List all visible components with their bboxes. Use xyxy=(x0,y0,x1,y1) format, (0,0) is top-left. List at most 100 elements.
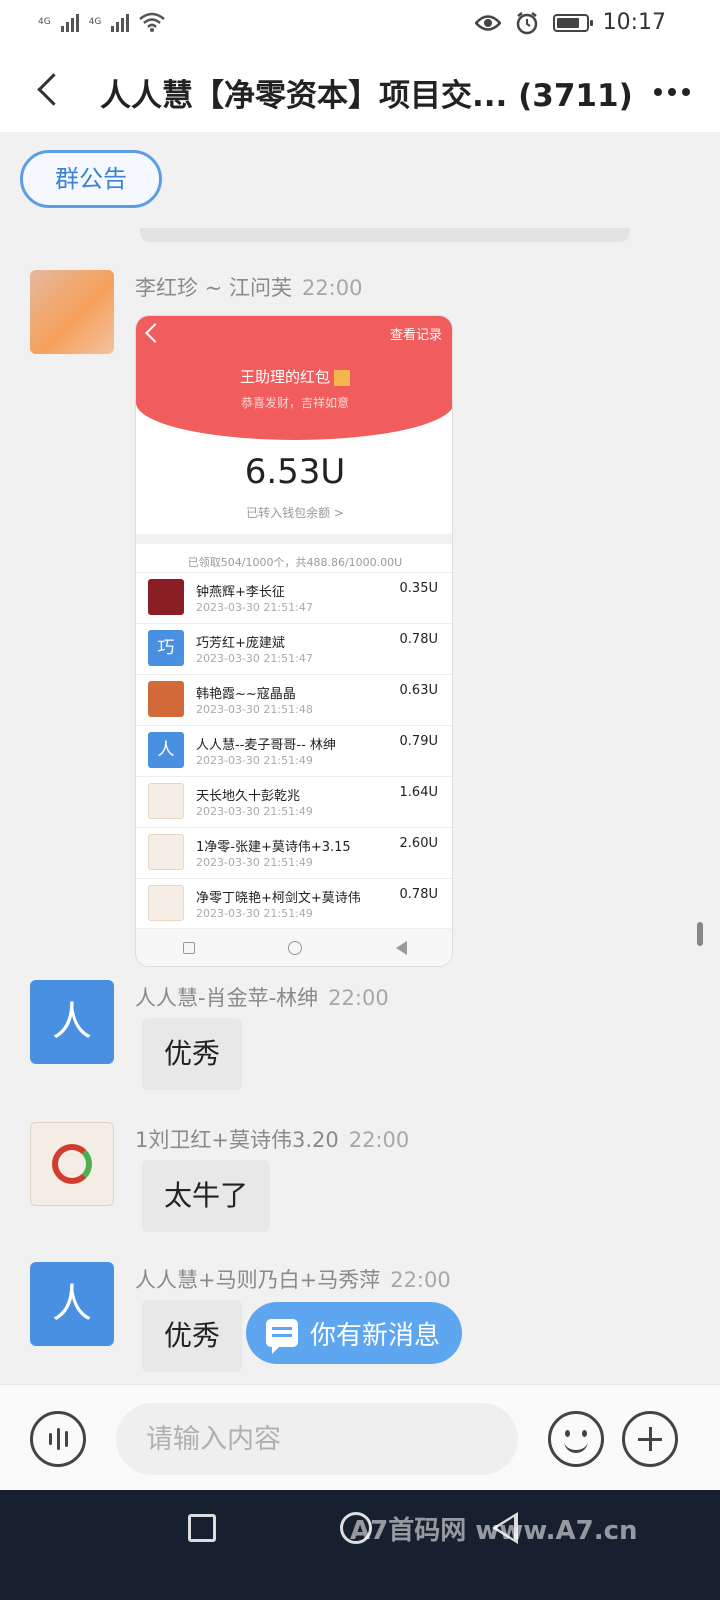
signal-indicators: 4G 4G xyxy=(38,12,166,32)
recipient-amount: 0.63U xyxy=(399,683,438,698)
recipient-name: 人人慧--麦子哥哥-- 林绅 xyxy=(196,738,336,753)
group-announcement-button[interactable]: 群公告 xyxy=(20,150,162,208)
recipient-amount: 0.78U xyxy=(399,887,438,902)
recipient-name: 净零丁晓艳+柯剑文+莫诗伟 xyxy=(196,891,361,906)
status-bar: 4G 4G 10:17 xyxy=(0,0,720,50)
screenshot-nav-bar xyxy=(136,928,452,966)
packet-amount: 6.53U xyxy=(244,452,346,492)
recipient-avatar: 巧 xyxy=(148,630,184,666)
recipient-time: 2023-03-30 21:51:48 xyxy=(196,703,313,716)
message-time: 22:00 xyxy=(390,1268,451,1292)
recipient-amount: 0.79U xyxy=(399,734,438,749)
packet-title-text: 王助理的红包 xyxy=(239,368,330,386)
recipient-name: 巧芳红+庞建斌 xyxy=(196,636,285,651)
message-input[interactable] xyxy=(116,1403,518,1475)
recipient-amount: 0.78U xyxy=(399,632,438,647)
scrollbar-thumb[interactable] xyxy=(697,922,703,946)
back-arrow-icon xyxy=(145,323,165,343)
recipient-amount: 2.60U xyxy=(399,836,438,851)
recipient-row: 1净零-张建+莫诗伟+3.15 2023-03-30 21:51:49 2.60… xyxy=(136,827,452,878)
message-bubble[interactable]: 优秀 xyxy=(142,1018,243,1090)
network-type-1: 4G xyxy=(38,16,51,27)
signal-strength-icon xyxy=(60,12,79,32)
message-time: 22:00 xyxy=(301,276,363,300)
recipient-avatar xyxy=(148,885,184,921)
status-right: 10:17 xyxy=(474,10,666,35)
recipient-row: 净零丁晓艳+柯剑文+莫诗伟 2023-03-30 21:51:49 0.78U xyxy=(136,878,452,929)
system-nav-bar: A7首码网 www.A7.cn xyxy=(0,1490,720,1600)
sender-name: 1刘卫红+莫诗伟3.20 xyxy=(135,1128,339,1152)
voice-input-button[interactable] xyxy=(30,1411,86,1467)
recipient-avatar xyxy=(148,579,184,615)
circle-icon xyxy=(288,940,303,955)
network-type-2: 4G xyxy=(88,16,102,27)
dot-icon xyxy=(668,88,676,96)
watermark: A7首码网 www.A7.cn xyxy=(350,1516,638,1546)
emoji-button[interactable] xyxy=(548,1411,604,1467)
recipient-row: 韩艳霞~~寇晶晶 2023-03-30 21:51:48 0.63U xyxy=(136,674,452,725)
wallet-note: 已转入钱包余额 > xyxy=(246,506,344,520)
eye-icon xyxy=(474,14,501,31)
recipient-name: 天长地久十彭乾兆 xyxy=(196,789,301,804)
sender-name: 人人慧+马则乃白+马秀萍 xyxy=(135,1268,381,1292)
message-sender: 人人慧+马则乃白+马秀萍 22:00 xyxy=(135,1264,451,1294)
recipient-avatar xyxy=(148,681,184,717)
square-icon xyxy=(182,941,195,954)
recipient-list: 钟燕辉+李长征 2023-03-30 21:51:47 0.35U 巧 巧芳红+… xyxy=(136,572,452,929)
battery-icon xyxy=(552,13,593,32)
recipient-time: 2023-03-30 21:51:47 xyxy=(196,601,313,614)
clock: 10:17 xyxy=(602,10,666,35)
sender-name: 人人慧-肖金苹-林绅 xyxy=(135,986,319,1010)
avatar[interactable] xyxy=(30,1122,114,1206)
sender-name: 李红珍 ~ 江问芙 xyxy=(135,276,292,300)
recipient-name: 1净零-张建+莫诗伟+3.15 xyxy=(196,840,351,855)
message-bubble[interactable]: 优秀 xyxy=(142,1300,243,1372)
recipient-amount: 1.64U xyxy=(399,785,438,800)
recipient-row: 人 人人慧--麦子哥哥-- 林绅 2023-03-30 21:51:49 0.7… xyxy=(136,725,452,776)
recipient-amount: 0.35U xyxy=(399,581,438,596)
new-message-button[interactable]: 你有新消息 xyxy=(246,1302,462,1364)
red-packet-banner: 查看记录 王助理的红包 恭喜发财，吉祥如意 xyxy=(136,316,452,440)
chat-bubble-icon xyxy=(266,1319,298,1354)
recipient-time: 2023-03-30 21:51:47 xyxy=(196,652,313,665)
more-options-button[interactable] xyxy=(646,72,698,112)
recipient-avatar xyxy=(148,783,184,819)
message-sender: 人人慧-肖金苹-林绅 22:00 xyxy=(135,982,389,1012)
add-attachment-button[interactable] xyxy=(622,1411,678,1467)
separator xyxy=(136,534,452,544)
composer-bar xyxy=(0,1384,720,1490)
logo-icon xyxy=(52,1144,92,1184)
message-time: 22:00 xyxy=(328,986,389,1010)
red-packet-screenshot-image[interactable]: 查看记录 王助理的红包 恭喜发财，吉祥如意 6.53U 已转入钱包余额 > 已领… xyxy=(135,315,453,967)
wifi-icon xyxy=(139,12,166,32)
recipient-name: 钟燕辉+李长征 xyxy=(196,585,285,600)
triangle-back-icon xyxy=(396,940,408,955)
avatar[interactable]: 人 xyxy=(30,980,114,1064)
message-time: 22:00 xyxy=(348,1128,410,1152)
view-record-label: 查看记录 xyxy=(389,328,442,343)
dot-icon xyxy=(682,88,690,96)
message-sender: 1刘卫红+莫诗伟3.20 22:00 xyxy=(135,1124,409,1154)
recipient-time: 2023-03-30 21:51:49 xyxy=(196,856,313,869)
recipient-time: 2023-03-30 21:51:49 xyxy=(196,754,313,767)
back-button[interactable] xyxy=(24,64,76,116)
new-message-label: 你有新消息 xyxy=(310,1320,441,1351)
recipient-avatar xyxy=(148,834,184,870)
recipient-time: 2023-03-30 21:51:49 xyxy=(196,805,313,818)
packet-title: 王助理的红包 xyxy=(136,366,452,387)
recipient-time: 2023-03-30 21:51:49 xyxy=(196,907,313,920)
previous-message-edge xyxy=(140,228,630,242)
packet-subtitle: 恭喜发财，吉祥如意 xyxy=(240,396,349,410)
alarm-icon xyxy=(516,11,537,34)
signal-strength-icon xyxy=(111,12,130,32)
recipient-row: 天长地久十彭乾兆 2023-03-30 21:51:49 1.64U xyxy=(136,776,452,827)
dot-icon xyxy=(654,88,662,96)
recipient-name: 韩艳霞~~寇晶晶 xyxy=(196,687,296,702)
packet-tag-icon xyxy=(334,369,350,386)
claim-summary: 已领取504/1000个，共488.86/1000.00U xyxy=(187,556,403,569)
message-bubble[interactable]: 太牛了 xyxy=(142,1160,271,1232)
avatar[interactable]: 人 xyxy=(30,1262,114,1346)
recent-apps-icon[interactable] xyxy=(188,1514,216,1542)
avatar[interactable] xyxy=(30,270,114,354)
recipient-row: 钟燕辉+李长征 2023-03-30 21:51:47 0.35U xyxy=(136,572,452,623)
